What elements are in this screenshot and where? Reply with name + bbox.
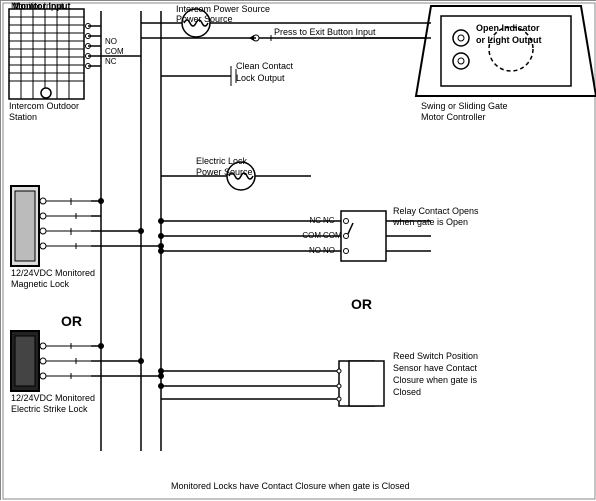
open-indicator-label: Open Indicator [476, 23, 540, 33]
electric-lock-power-label: Electric Lock [196, 156, 248, 166]
clean-contact-label: Clean Contact [236, 61, 294, 71]
svg-text:NO: NO [105, 37, 117, 46]
intercom-outdoor-label2: Station [9, 112, 37, 122]
reed-switch-label: Reed Switch Position [393, 351, 478, 361]
relay-contact-label2: when gate is Open [392, 217, 468, 227]
wiring-diagram: Monitor Input COM NO NC [0, 0, 596, 500]
relay-nc-label: NC [323, 216, 335, 225]
clean-contact-label2: Lock Output [236, 73, 285, 83]
intercom-power-label: Intercom Power Source [176, 4, 270, 14]
electric-strike-label2: Electric Strike Lock [11, 404, 88, 414]
svg-text:COM: COM [105, 47, 124, 56]
magnetic-lock-label2: Magnetic Lock [11, 279, 70, 289]
or-label-2: OR [351, 296, 372, 312]
electric-strike-label: 12/24VDC Monitored [11, 393, 95, 403]
open-indicator-label2: or Light Output [476, 35, 541, 45]
relay-com-label: COM [323, 231, 342, 240]
electric-lock-power-label2: Power Source [196, 167, 253, 177]
magnetic-lock-label: 12/24VDC Monitored [11, 268, 95, 278]
swing-gate-label: Swing or Sliding Gate [421, 101, 508, 111]
or-label-1: OR [61, 313, 82, 329]
relay-contact-label: Relay Contact Opens [393, 206, 479, 216]
reed-switch-label2: Sensor have Contact [393, 363, 478, 373]
monitor-input-label: Monitor Input [13, 1, 70, 11]
reed-switch-label3: Closure when gate is [393, 375, 478, 385]
intercom-outdoor-label: Intercom Outdoor [9, 101, 79, 111]
swing-gate-label2: Motor Controller [421, 112, 486, 122]
bottom-note-label: Monitored Locks have Contact Closure whe… [171, 481, 410, 491]
svg-text:NC: NC [105, 57, 117, 66]
relay-no-label: NO [323, 246, 335, 255]
intercom-power-label2: Power Source [176, 14, 233, 24]
reed-switch-label4: Closed [393, 387, 421, 397]
press-to-exit-label: Press to Exit Button Input [274, 27, 376, 37]
